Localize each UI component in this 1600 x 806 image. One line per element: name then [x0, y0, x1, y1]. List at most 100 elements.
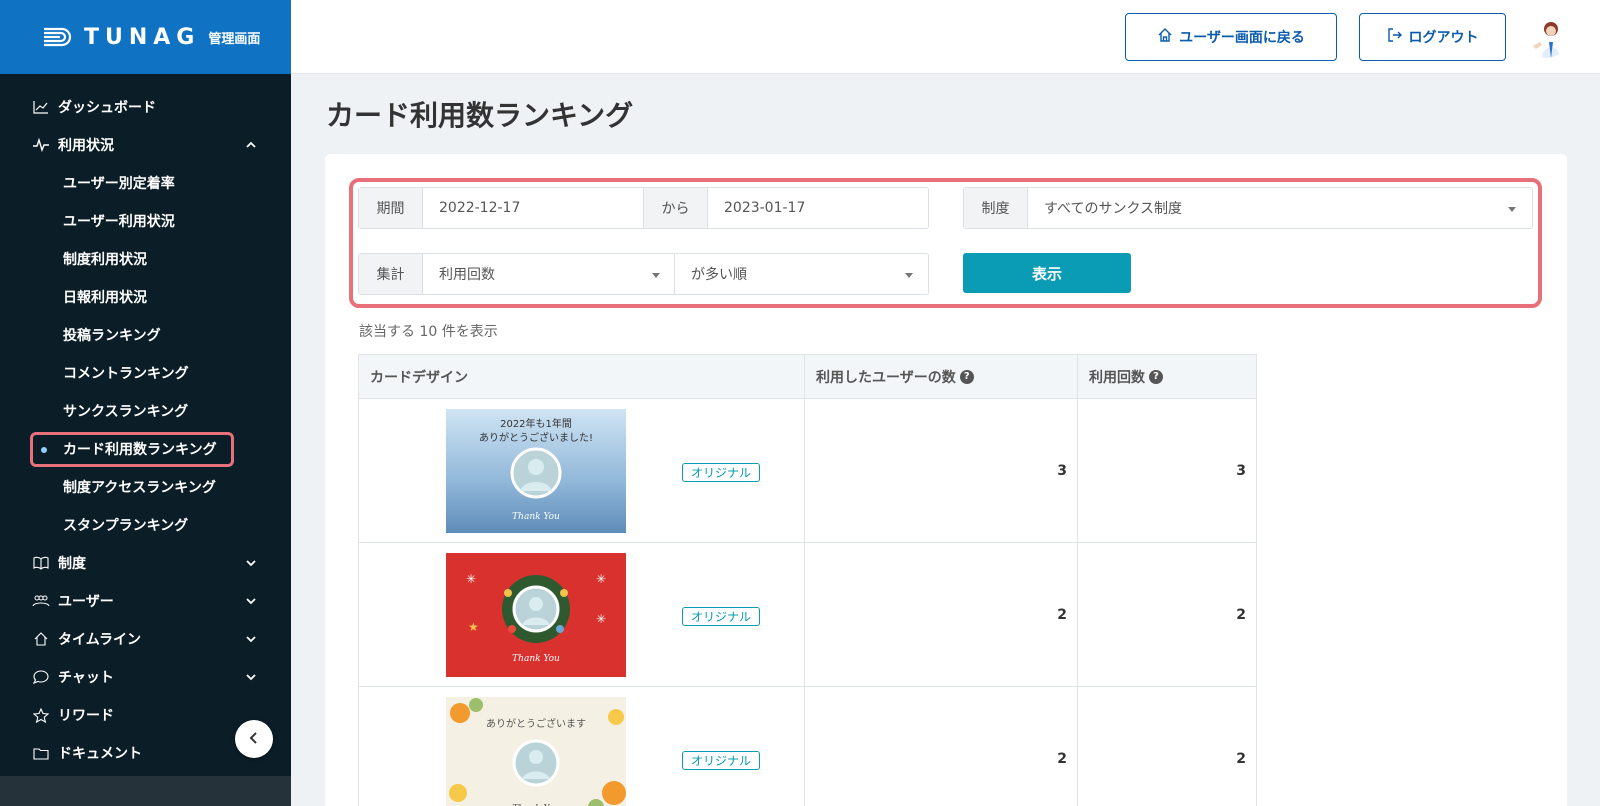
card-design-cell: ✳ ✳ ✳ ★ Thank You オリジナル: [359, 543, 805, 686]
logout-icon: [1387, 28, 1409, 46]
use-count-cell: 2: [1236, 750, 1246, 767]
from-date-input[interactable]: 2022-12-17: [423, 188, 644, 228]
period-field-group: 期間 2022-12-17 から 2023-01-17: [358, 187, 929, 229]
help-icon[interactable]: ?: [1149, 369, 1163, 384]
column-header-label: カードデザイン: [370, 369, 468, 386]
svg-text:Thank You: Thank You: [512, 654, 560, 664]
sidebar-item-usage[interactable]: 利用状況: [0, 126, 291, 164]
aggregate-select-value: 利用回数: [439, 267, 495, 283]
chat-icon: [32, 668, 50, 686]
user-count-cell: 2: [805, 687, 1078, 806]
aggregate-label: 集計: [359, 254, 423, 294]
chevron-down-icon: [1508, 207, 1516, 212]
ranking-table: カードデザイン 利用したユーザーの数? 利用回数? 2022年も1年間 ありがと…: [358, 354, 1257, 806]
logout-button[interactable]: ログアウト: [1359, 13, 1506, 61]
logout-button-label: ログアウト: [1408, 30, 1479, 46]
active-highlight: [30, 432, 234, 467]
user-count-cell: 2: [805, 543, 1078, 686]
sidebar-subitem-access-ranking[interactable]: 制度アクセスランキング: [0, 468, 291, 506]
chevron-down-icon: [652, 273, 660, 278]
chevron-down-icon[interactable]: [244, 670, 258, 684]
sidebar-item-label: ユーザー: [58, 594, 114, 610]
card-image[interactable]: ありがとうございます Thank You: [446, 697, 626, 806]
chevron-down-icon: [905, 273, 913, 278]
sidebar-item-label: 制度: [58, 556, 86, 572]
svg-text:★: ★: [468, 620, 479, 634]
chevron-down-icon[interactable]: [244, 556, 258, 570]
pulse-icon: [32, 136, 50, 154]
sidebar-subitem-user-retention[interactable]: ユーザー別定着率: [0, 164, 291, 202]
back-to-user-screen-button[interactable]: ユーザー画面に戻る: [1125, 13, 1337, 61]
active-indicator-dot: [41, 447, 47, 453]
original-badge: オリジナル: [682, 607, 761, 626]
sidebar-item-label: リワード: [58, 708, 114, 724]
to-date-input[interactable]: 2023-01-17: [708, 200, 805, 216]
home-icon: [32, 630, 50, 648]
system-field-group: 制度 すべてのサンクス制度: [963, 187, 1533, 229]
sidebar: TUNAG 管理画面 ダッシュボード 利用状況 ユーザー別定着率 ユーザー利用状…: [0, 0, 291, 806]
column-header-use-count[interactable]: 利用回数?: [1078, 355, 1256, 398]
brand-header[interactable]: TUNAG 管理画面: [0, 0, 291, 74]
sidebar-subitem-daily-report-usage[interactable]: 日報利用状況: [0, 278, 291, 316]
system-label: 制度: [964, 188, 1028, 228]
table-row: ありがとうございます Thank You オリジナル 2 2: [359, 687, 1256, 806]
back-button-label: ユーザー画面に戻る: [1179, 30, 1305, 46]
user-count-cell: 3: [805, 399, 1078, 542]
chevron-down-icon[interactable]: [244, 632, 258, 646]
sidebar-subitem-card-ranking[interactable]: カード利用数ランキング: [0, 430, 291, 468]
column-header-label: 利用したユーザーの数: [816, 369, 956, 386]
use-count-cell: 3: [1236, 462, 1246, 479]
to-label: から: [644, 188, 708, 228]
aggregate-select[interactable]: 利用回数: [423, 254, 675, 294]
sidebar-item-dashboard[interactable]: ダッシュボード: [0, 88, 291, 126]
chart-line-icon: [32, 98, 50, 116]
svg-text:✳: ✳: [466, 572, 476, 586]
svg-text:2022年も1年間: 2022年も1年間: [500, 417, 572, 430]
avatar[interactable]: [1527, 18, 1567, 58]
show-button[interactable]: 表示: [963, 253, 1131, 293]
svg-text:✳: ✳: [596, 612, 606, 626]
card-design-cell: 2022年も1年間 ありがとうございました! Thank You オリジナル: [359, 399, 805, 542]
sidebar-item-label: ダッシュボード: [58, 100, 156, 116]
book-icon: [32, 554, 50, 572]
sidebar-item-timeline[interactable]: タイムライン: [0, 620, 291, 658]
sidebar-subitem-stamp-ranking[interactable]: スタンプランキング: [0, 506, 291, 544]
folder-icon: [32, 744, 50, 762]
sidebar-subitem-post-ranking[interactable]: 投稿ランキング: [0, 316, 291, 354]
tunag-logo-mark-icon: [42, 27, 74, 47]
sidebar-nav: ダッシュボード 利用状況 ユーザー別定着率 ユーザー利用状況 制度利用状況 日報…: [0, 74, 291, 772]
order-select[interactable]: が多い順: [675, 264, 747, 284]
star-icon: [32, 706, 50, 724]
sidebar-item-users[interactable]: ユーザー: [0, 582, 291, 620]
system-select[interactable]: すべてのサンクス制度: [1028, 198, 1182, 218]
tunag-logo: TUNAG: [42, 25, 200, 50]
sidebar-subitem-user-usage[interactable]: ユーザー利用状況: [0, 202, 291, 240]
card-image[interactable]: ✳ ✳ ✳ ★ Thank You: [446, 553, 626, 677]
sidebar-item-label: タイムライン: [58, 632, 142, 648]
home-icon: [1157, 28, 1179, 46]
sidebar-footer: [0, 776, 291, 806]
top-bar: ユーザー画面に戻る ログアウト: [291, 0, 1600, 74]
column-header-user-count[interactable]: 利用したユーザーの数?: [805, 355, 1078, 398]
chevron-down-icon[interactable]: [244, 594, 258, 608]
original-badge: オリジナル: [682, 463, 761, 482]
sidebar-item-system[interactable]: 制度: [0, 544, 291, 582]
sidebar-subitem-comment-ranking[interactable]: コメントランキング: [0, 354, 291, 392]
table-header: カードデザイン 利用したユーザーの数? 利用回数?: [359, 355, 1256, 399]
column-header-card-design[interactable]: カードデザイン: [359, 355, 805, 398]
sidebar-item-chat[interactable]: チャット: [0, 658, 291, 696]
help-icon[interactable]: ?: [959, 369, 974, 384]
card-image[interactable]: 2022年も1年間 ありがとうございました! Thank You: [446, 409, 626, 533]
sidebar-collapse-button[interactable]: [235, 720, 273, 758]
users-icon: [32, 592, 50, 610]
aggregate-field-group: 集計 利用回数 が多い順: [358, 253, 929, 295]
sidebar-item-label: チャット: [58, 670, 114, 686]
svg-text:ありがとうございました!: ありがとうございました!: [479, 431, 593, 444]
svg-text:ありがとうございます: ありがとうございます: [486, 717, 586, 730]
table-row: 2022年も1年間 ありがとうございました! Thank You オリジナル 3…: [359, 399, 1256, 543]
sidebar-subitem-thanks-ranking[interactable]: サンクスランキング: [0, 392, 291, 430]
sidebar-subitem-system-usage[interactable]: 制度利用状況: [0, 240, 291, 278]
result-count: 該当する 10 件を表示: [359, 324, 498, 340]
chevron-up-icon[interactable]: [244, 138, 258, 152]
sidebar-item-label: 利用状況: [58, 138, 114, 154]
